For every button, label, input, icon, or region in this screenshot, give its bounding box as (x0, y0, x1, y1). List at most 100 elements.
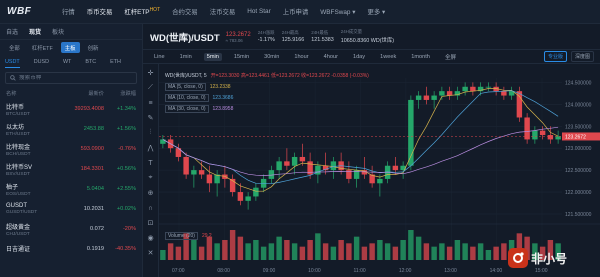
depth-chart-button[interactable]: 深度图 (570, 51, 594, 62)
quote-tab-eth[interactable]: ETH (110, 57, 121, 67)
sidebar-chips: 全部 杠杆ETF 主板 创新 (0, 40, 142, 55)
tf-30min[interactable]: 30min (261, 53, 282, 61)
y-tick-label: 124.000000 (565, 102, 592, 108)
volume-bar (175, 246, 182, 260)
volume-bar (477, 243, 484, 260)
tf-1day[interactable]: 1day (350, 53, 368, 61)
horizontal-line-icon[interactable]: ≡ (146, 98, 156, 108)
nav-item-fiat[interactable]: 法币交易 (210, 7, 236, 16)
text-tool-icon[interactable]: T (146, 158, 156, 168)
list-header: 名称 最新价 涨跌幅 (0, 87, 142, 99)
stat-last-price: 123.2672 ≈ 783.06 (226, 31, 251, 43)
market-row[interactable]: 比特币 BTC/USDT 39293.4008 +1.34% (0, 99, 142, 119)
volume-bar (454, 240, 461, 260)
stat-high: 24H最高 125.9166 (282, 30, 304, 43)
candle-body (222, 174, 228, 179)
nav-item-leverage-etp[interactable]: 杠杆ETPHOT (124, 7, 160, 16)
tab-spot[interactable]: 现货 (29, 27, 41, 36)
timeframe-bar: Line 1min 5min 15min 30min 1hour 4hour 1… (143, 50, 600, 64)
legend-ma5-label: MA (5, close, 0) (165, 83, 206, 91)
chip-leverage-etf[interactable]: 杠杆ETF (28, 42, 57, 53)
trash-icon[interactable]: ✕ (146, 248, 156, 258)
volume-bar (408, 230, 414, 260)
y-tick-label: 123.500000 (565, 124, 592, 130)
magnet-icon[interactable]: ∩ (146, 203, 156, 213)
market-row[interactable]: 超级黄金 CHJ/USDT 0.072 -20% (0, 219, 142, 239)
zoom-icon[interactable]: ⊕ (146, 188, 156, 198)
brush-icon[interactable]: ✎ (146, 113, 156, 123)
market-row[interactable]: 以太坊 ETH/USDT 2453.88 +1.56% (0, 119, 142, 139)
market-row[interactable]: 柚子 EOS/USDT 5.0404 +2.55% (0, 179, 142, 199)
volume-bar (439, 243, 445, 260)
volume-bar (346, 243, 352, 260)
candle-body (198, 170, 205, 175)
candle-body (501, 91, 507, 96)
tab-favorites[interactable]: 自选 (6, 27, 18, 36)
market-row[interactable]: 比特币SV BSV/USDT 184.3301 +0.56% (0, 159, 142, 179)
volume-bar (431, 246, 437, 260)
y-tick-label: 122.500000 (565, 168, 592, 174)
nav-item-spot[interactable]: 币币交易 (87, 7, 113, 16)
eye-icon[interactable]: ◉ (146, 233, 156, 243)
chip-all[interactable]: 全部 (5, 42, 24, 53)
volume-bar (446, 246, 453, 260)
quote-tab-usdt[interactable]: USDT (5, 57, 20, 68)
tf-5min[interactable]: 5min (203, 52, 222, 61)
candle-body (276, 161, 282, 171)
tab-sector[interactable]: 板块 (52, 27, 64, 36)
coin-name: GUSDT (6, 203, 27, 209)
nav-item-label: 杠杆ETP (124, 9, 150, 17)
nav-item-market[interactable]: 行情 (62, 7, 75, 16)
legend-ma5-value: 123.2338 (209, 84, 231, 90)
candle-body (431, 95, 437, 100)
quote-tab-dusd[interactable]: DUSD (34, 57, 49, 67)
last-price-label: 123.2672 (565, 134, 586, 140)
stat-low: 24H最低 121.5383 (311, 30, 333, 43)
volume-bar (392, 246, 399, 260)
measure-icon[interactable]: ⌖ (146, 173, 156, 183)
header-name[interactable]: 名称 (6, 90, 58, 97)
market-row[interactable]: 比特现金 BCH/USDT 593.0900 -0.76% (0, 139, 142, 159)
stat-value: 10650.8360 WD(世库) (340, 38, 395, 44)
pro-view-button[interactable]: 专业版 (543, 51, 567, 62)
tf-1min[interactable]: 1min (177, 53, 195, 61)
coin-name: 超级黄金 (6, 224, 31, 231)
legend-volume-label: Volume (20) (165, 232, 198, 240)
market-row[interactable]: GUSDT GUSDT/USDT 10.2031 +0.02% (0, 199, 142, 219)
legend-main: WD(世库)/USDT, 5 开=123.3030 高=123.4461 低=1… (165, 72, 369, 79)
chip-main-board[interactable]: 主板 (60, 42, 80, 53)
logo-text: WBF (7, 6, 32, 17)
market-row[interactable]: 日吉通证 0.1919 -40.35% (0, 239, 142, 259)
nav-item-listing[interactable]: 上币申请 (283, 7, 309, 16)
header-change[interactable]: 涨跌幅 (104, 90, 136, 97)
coin-pair: ETH/USDT (6, 131, 30, 137)
quote-tab-btc[interactable]: BTC (85, 57, 96, 67)
chip-innovation[interactable]: 创新 (84, 42, 103, 53)
coin-cell: GUSDT GUSDT/USDT (6, 203, 58, 215)
trend-line-icon[interactable]: ⟋ (146, 83, 156, 93)
header-price[interactable]: 最新价 (58, 90, 104, 97)
nav-item-contract[interactable]: 合约交易 (172, 7, 198, 16)
fullscreen-button[interactable]: 全屏 (442, 52, 459, 62)
coin-price: 0.072 (90, 226, 104, 232)
tf-line[interactable]: Line (151, 53, 168, 61)
nav-item-hot-star[interactable]: Hot Star (247, 8, 270, 15)
tf-1week[interactable]: 1week (377, 53, 399, 61)
quote-tab-wt[interactable]: WT (63, 57, 71, 67)
crosshair-icon[interactable]: ✛ (146, 68, 156, 78)
fib-icon[interactable]: ⫶ (146, 128, 156, 138)
tf-1hour[interactable]: 1hour (291, 53, 311, 61)
coin-pair: GUSDT/USDT (6, 210, 38, 215)
nav-item-more[interactable]: 更多 ▾ (367, 7, 385, 16)
search-input[interactable] (19, 75, 129, 81)
nav-item-wbfswap[interactable]: WBFSwap ▾ (320, 8, 355, 16)
tf-15min[interactable]: 15min (231, 53, 252, 61)
logo[interactable]: WBF (0, 0, 62, 24)
lock-icon[interactable]: ⊡ (146, 218, 156, 228)
candle-body (377, 178, 383, 184)
candle-body (470, 86, 476, 92)
tf-4hour[interactable]: 4hour (321, 53, 341, 61)
pattern-icon[interactable]: ⋀ (146, 143, 156, 153)
tf-1month[interactable]: 1month (408, 53, 433, 61)
watermark-text: 非小号 (531, 251, 568, 266)
